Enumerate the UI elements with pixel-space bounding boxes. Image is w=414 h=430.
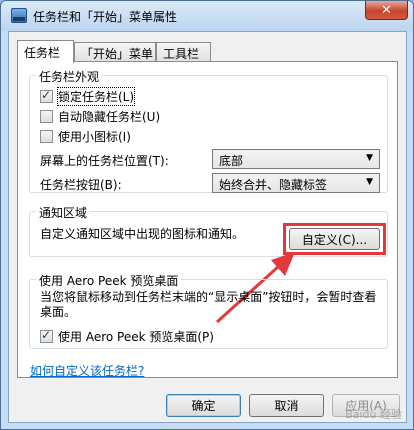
taskbar-location-label: 屏幕上的任务栏位置(T): <box>40 154 169 168</box>
lock-taskbar-row[interactable]: 锁定任务栏(L) <box>40 87 136 106</box>
help-link[interactable]: 如何自定义该任务栏? <box>30 362 144 379</box>
taskbar-location-value: 底部 <box>219 154 244 168</box>
taskbar-app-icon <box>11 8 27 23</box>
taskbar-buttons-value: 始终合并、隐藏标签 <box>219 178 328 192</box>
ok-button[interactable]: 确定 <box>166 394 241 417</box>
taskbar-appearance-title: 任务栏外观 <box>36 68 103 85</box>
taskbar-buttons-select[interactable]: 始终合并、隐藏标签 ▼ <box>212 173 380 193</box>
dialog-buttons: 确定 取消 应用(A) Baidu 经验 <box>9 390 408 424</box>
small-icons-label: 使用小图标(I) <box>58 130 131 144</box>
chevron-down-icon: ▼ <box>366 177 373 187</box>
lock-taskbar-label: 锁定任务栏(L) <box>56 87 136 106</box>
cancel-button[interactable]: 取消 <box>249 394 324 417</box>
taskbar-appearance-group: 任务栏外观 锁定任务栏(L) 自动隐藏任务栏(U) 使用小图标(I) 屏幕上的任… <box>29 68 388 193</box>
watermark: Baidu 经验 <box>345 408 402 421</box>
tab-toolbars[interactable]: 工具栏 <box>156 42 211 62</box>
aero-peek-title: 使用 Aero Peek 预览桌面 <box>36 272 182 289</box>
properties-window: 任务栏和「开始」菜单属性 ✕ 任务栏 「开始」菜单 工具栏 任务栏外观 锁定任务… <box>0 0 414 430</box>
small-icons-row[interactable]: 使用小图标(I) <box>40 128 131 145</box>
aero-peek-checkbox[interactable] <box>40 328 53 343</box>
aero-peek-description: 当您将鼠标移动到任务栏末端的“显示桌面”按钮时，会暂时查看桌面。 <box>40 290 377 319</box>
taskbar-buttons-label: 任务栏按钮(B): <box>40 178 122 192</box>
dialog-client: 任务栏 「开始」菜单 工具栏 任务栏外观 锁定任务栏(L) 自动隐藏任务栏(U)… <box>8 31 407 423</box>
autohide-checkbox[interactable] <box>40 110 53 123</box>
aero-peek-group: 使用 Aero Peek 预览桌面 当您将鼠标移动到任务栏末端的“显示桌面”按钮… <box>29 272 388 349</box>
aero-peek-label: 使用 Aero Peek 预览桌面(P) <box>58 330 214 344</box>
lock-taskbar-checkbox[interactable] <box>40 88 53 103</box>
notification-area-description: 自定义通知区域中出现的图标和通知。 <box>40 227 245 241</box>
small-icons-checkbox[interactable] <box>40 130 53 143</box>
chevron-down-icon: ▼ <box>366 153 373 163</box>
close-button[interactable]: ✕ <box>365 1 408 20</box>
aero-peek-row[interactable]: 使用 Aero Peek 预览桌面(P) <box>40 328 214 345</box>
customize-button[interactable]: 自定义(C)... <box>289 228 380 250</box>
tab-start-menu[interactable]: 「开始」菜单 <box>74 42 156 62</box>
notification-area-title: 通知区域 <box>36 204 91 221</box>
autohide-row[interactable]: 自动隐藏任务栏(U) <box>40 108 160 125</box>
autohide-label: 自动隐藏任务栏(U) <box>58 110 161 124</box>
tab-panel-taskbar: 任务栏外观 锁定任务栏(L) 自动隐藏任务栏(U) 使用小图标(I) 屏幕上的任… <box>17 61 398 378</box>
tab-taskbar[interactable]: 任务栏 <box>17 40 74 63</box>
taskbar-location-select[interactable]: 底部 ▼ <box>212 149 380 169</box>
window-title: 任务栏和「开始」菜单属性 <box>33 10 178 24</box>
title-bar[interactable]: 任务栏和「开始」菜单属性 ✕ <box>1 1 413 31</box>
